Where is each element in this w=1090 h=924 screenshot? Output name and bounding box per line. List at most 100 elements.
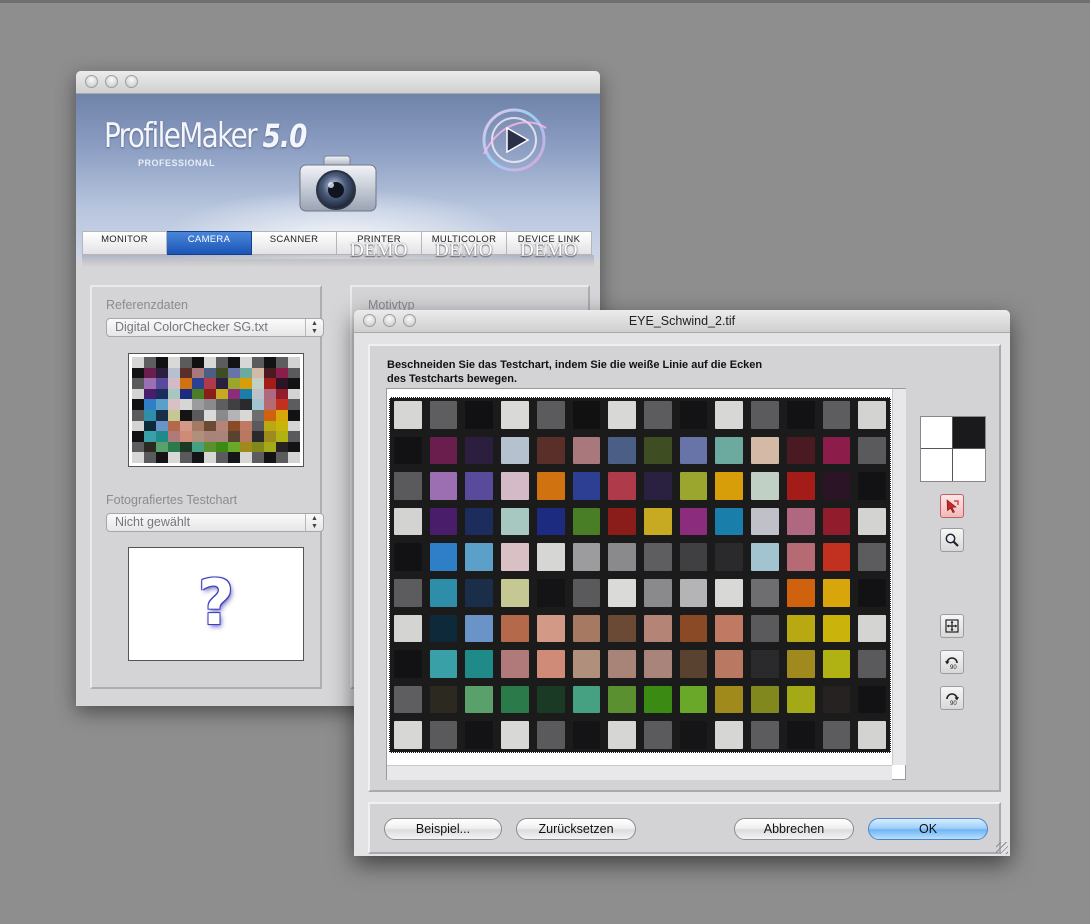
preview-quadrant <box>953 449 985 481</box>
color-patch <box>715 579 744 607</box>
color-patch <box>429 436 458 465</box>
color-patch <box>156 431 168 442</box>
color-patch <box>276 367 288 379</box>
resize-grip-icon[interactable] <box>996 842 1008 854</box>
color-patch <box>264 357 276 368</box>
color-patch <box>264 431 276 442</box>
color-patch <box>228 452 240 463</box>
color-patch <box>786 401 815 429</box>
color-patch <box>786 685 815 714</box>
color-patch <box>156 420 168 432</box>
minimize-window-button[interactable] <box>105 75 118 88</box>
fit-to-window-button[interactable] <box>940 614 964 638</box>
color-patch <box>156 367 168 379</box>
color-patch <box>228 441 240 453</box>
ok-button[interactable]: OK <box>868 818 988 840</box>
logo-version: 5.0 <box>262 117 307 155</box>
color-patch <box>240 399 252 410</box>
color-patch <box>715 614 744 643</box>
tab-camera[interactable]: CAMERA <box>167 231 252 255</box>
color-patch <box>679 721 708 749</box>
close-window-button[interactable] <box>85 75 98 88</box>
tab-scanner[interactable]: SCANNER <box>252 231 337 255</box>
color-patch <box>240 378 252 389</box>
example-button[interactable]: Beispiel... <box>384 818 502 840</box>
color-patch <box>822 614 851 643</box>
main-titlebar[interactable] <box>76 71 600 94</box>
color-patch <box>786 721 815 749</box>
color-patch <box>822 472 851 500</box>
color-patch <box>858 650 886 678</box>
tab-multicolor[interactable]: MULTICOLOR DEMO <box>422 231 507 260</box>
reference-chart-thumbnail <box>128 353 304 467</box>
color-patch <box>168 441 180 453</box>
crop-pointer-button[interactable] <box>940 494 964 518</box>
color-patch <box>276 431 288 442</box>
rotate-right-90-icon: 90 <box>946 693 959 707</box>
color-patch <box>228 399 240 410</box>
reference-data-select[interactable]: Digital ColorChecker SG.txt ▲ ▼ <box>106 318 324 337</box>
color-patch <box>192 441 204 453</box>
color-patch <box>132 431 144 442</box>
color-patch <box>429 507 458 536</box>
color-patch <box>679 507 708 536</box>
color-patch <box>288 410 300 421</box>
color-patch <box>715 472 744 500</box>
tab-device-link[interactable]: DEVICE LINK DEMO <box>507 231 592 260</box>
color-patch <box>572 614 601 643</box>
color-patch <box>252 357 264 368</box>
color-patch <box>786 650 815 678</box>
photographed-chart-drop-area[interactable]: ? <box>128 547 304 661</box>
color-patch <box>228 388 240 400</box>
color-patch <box>501 685 529 714</box>
color-patch <box>240 388 252 400</box>
color-patch <box>608 436 636 465</box>
color-patch <box>276 357 288 368</box>
horizontal-scrollbar[interactable] <box>387 765 892 780</box>
color-patch <box>228 431 240 442</box>
color-patch <box>180 388 192 400</box>
color-patch <box>536 436 565 465</box>
preview-quadrant <box>921 449 953 481</box>
color-patch <box>180 367 192 379</box>
crop-titlebar[interactable]: EYE_Schwind_2.tif <box>354 310 1010 333</box>
rotate-left-90-button[interactable]: 90 <box>940 650 964 674</box>
color-patch <box>228 420 240 432</box>
color-patch <box>288 399 300 410</box>
color-patch <box>536 650 565 678</box>
color-patch <box>858 543 886 571</box>
color-patch <box>132 378 144 389</box>
color-patch <box>132 367 144 379</box>
image-viewport[interactable] <box>386 388 906 780</box>
reference-chart-grid <box>132 357 300 463</box>
color-patch <box>252 378 264 389</box>
color-patch <box>643 579 672 607</box>
photographed-chart-select[interactable]: Nicht gewählt ▲ ▼ <box>106 513 324 532</box>
color-patch <box>252 399 264 410</box>
tab-printer[interactable]: PRINTER DEMO <box>337 231 422 260</box>
color-patch <box>822 579 851 607</box>
color-patch <box>288 378 300 389</box>
zoom-window-button[interactable] <box>125 75 138 88</box>
color-patch <box>168 378 180 389</box>
color-patch <box>132 420 144 432</box>
color-patch <box>132 388 144 400</box>
color-patch <box>216 410 228 421</box>
cancel-button[interactable]: Abbrechen <box>734 818 854 840</box>
color-patch <box>204 399 216 410</box>
color-patch <box>643 650 672 678</box>
zoom-icon <box>945 533 959 547</box>
rotate-right-90-button[interactable]: 90 <box>940 686 964 710</box>
window-title: EYE_Schwind_2.tif <box>628 314 736 328</box>
zoom-button[interactable] <box>940 528 964 552</box>
color-patch <box>180 431 192 442</box>
color-patch <box>264 399 276 410</box>
color-patch <box>168 388 180 400</box>
color-patch <box>643 472 672 500</box>
reset-button[interactable]: Zurücksetzen <box>516 818 636 840</box>
tab-monitor[interactable]: MONITOR <box>82 231 167 255</box>
testchart-image[interactable] <box>389 397 891 753</box>
vertical-scrollbar[interactable] <box>892 389 906 765</box>
color-patch <box>572 685 601 714</box>
color-patch <box>858 579 886 607</box>
